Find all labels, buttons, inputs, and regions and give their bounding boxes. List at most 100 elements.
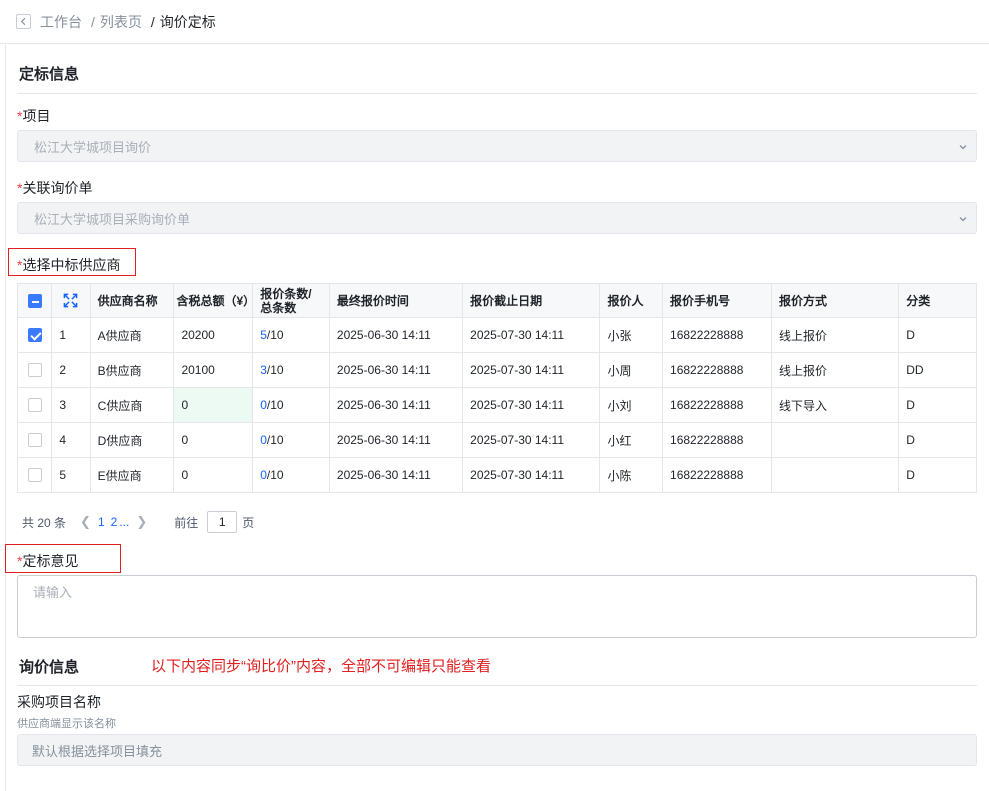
page-more-button[interactable]: ... bbox=[119, 515, 129, 529]
opinion-label-text: 定标意见 bbox=[22, 553, 79, 569]
award-section-title: 定标信息 bbox=[19, 66, 80, 83]
quotes-count[interactable]: 0 bbox=[260, 468, 267, 482]
table-header-row: 供应商名称 含税总额（¥） 报价条数/总条数 最终报价时间 报价截止日期 报价人… bbox=[16, 283, 977, 318]
award-form: 定标信息 *项目 松江大学城项目询价 *关联询价单 松江大学城项目采购询价单 *… bbox=[5, 45, 989, 791]
quotes-cell: 0/10 bbox=[252, 457, 330, 493]
inquiry-label-text: 关联询价单 bbox=[22, 180, 93, 196]
supplier-name-link[interactable]: A供应商 bbox=[89, 317, 175, 353]
project-name-hint: 供应商端显示该名称 bbox=[17, 718, 116, 730]
amount-cell: 0 bbox=[173, 387, 254, 423]
supplier-table: 供应商名称 含税总额（¥） 报价条数/总条数 最终报价时间 报价截止日期 报价人… bbox=[16, 283, 977, 493]
opinion-textarea[interactable]: 请输入 bbox=[17, 575, 977, 638]
row-checkbox[interactable] bbox=[27, 398, 42, 413]
phone-cell: 16822228888 bbox=[662, 387, 773, 423]
row-index: 1 bbox=[51, 317, 91, 353]
category-cell: D bbox=[898, 387, 977, 423]
deadline-cell: 2025-07-30 14:11 bbox=[462, 387, 601, 423]
row-select-cell[interactable] bbox=[16, 352, 53, 388]
page-1-button[interactable]: 1 bbox=[98, 515, 105, 529]
expand-icon[interactable] bbox=[63, 293, 78, 308]
final-time-cell: 2025-06-30 14:11 bbox=[328, 352, 464, 388]
final-time-cell: 2025-06-30 14:11 bbox=[328, 457, 464, 493]
deadline-cell: 2025-07-30 14:11 bbox=[462, 352, 601, 388]
goto-label: 前往 bbox=[174, 515, 199, 530]
row-select-cell[interactable] bbox=[16, 422, 53, 458]
row-select-cell[interactable] bbox=[16, 457, 53, 493]
person-cell: 小刘 bbox=[599, 387, 664, 423]
section-divider bbox=[17, 93, 977, 94]
category-cell: DD bbox=[898, 352, 977, 388]
page-jump-input[interactable]: 1 bbox=[207, 511, 238, 533]
col-header-quotes: 报价条数/总条数 bbox=[252, 283, 330, 318]
row-index: 4 bbox=[51, 422, 91, 458]
opinion-placeholder: 请输入 bbox=[33, 585, 73, 600]
quotes-total: /10 bbox=[266, 468, 284, 482]
page-2-button[interactable]: 2 bbox=[111, 515, 118, 529]
quotes-cell: 0/10 bbox=[252, 422, 330, 458]
amount-cell: 20200 bbox=[173, 317, 254, 353]
row-select-cell[interactable] bbox=[16, 387, 53, 423]
supplier-name-link[interactable]: E供应商 bbox=[89, 457, 175, 493]
phone-cell: 16822228888 bbox=[662, 352, 773, 388]
inquiry-section-title: 询价信息 bbox=[19, 659, 80, 676]
row-index: 5 bbox=[51, 457, 91, 493]
table-row[interactable]: 2 B供应商 20100 3/10 2025-06-30 14:11 2025-… bbox=[16, 352, 977, 388]
breadcrumb: 工作台 / 列表页 / 询价定标 bbox=[0, 0, 989, 44]
quotes-total: /10 bbox=[266, 328, 284, 342]
quotes-cell: 5/10 bbox=[252, 317, 330, 353]
supplier-name-link[interactable]: C供应商 bbox=[89, 387, 175, 423]
project-name-value: 默认根据选择项目填充 bbox=[32, 743, 163, 759]
quotes-count[interactable]: 3 bbox=[260, 363, 267, 377]
final-time-cell: 2025-06-30 14:11 bbox=[328, 387, 464, 423]
col-header-name: 供应商名称 bbox=[89, 283, 175, 318]
row-checkbox[interactable] bbox=[27, 468, 42, 483]
opinion-label: *定标意见 bbox=[17, 551, 78, 571]
inquiry-select-value: 松江大学城项目采购询价单 bbox=[34, 211, 191, 227]
breadcrumb-workbench[interactable]: 工作台 bbox=[40, 12, 82, 32]
quotes-total: /10 bbox=[266, 433, 284, 447]
col-header-amount: 含税总额（¥） bbox=[173, 283, 255, 318]
select-all-cell[interactable] bbox=[16, 283, 53, 318]
supplier-name-link[interactable]: D供应商 bbox=[89, 422, 175, 458]
chevron-right-icon[interactable]: ❯ bbox=[136, 514, 147, 530]
inquiry-select[interactable]: 松江大学城项目采购询价单 bbox=[17, 202, 977, 234]
col-header-deadline: 报价截止日期 bbox=[462, 283, 601, 318]
deadline-cell: 2025-07-30 14:11 bbox=[462, 422, 601, 458]
back-button[interactable] bbox=[16, 14, 31, 29]
deadline-cell: 2025-07-30 14:11 bbox=[462, 457, 601, 493]
breadcrumb-separator: / bbox=[150, 13, 155, 30]
quotes-count[interactable]: 5 bbox=[260, 328, 267, 342]
category-cell: D bbox=[898, 422, 977, 458]
project-label: *项目 bbox=[17, 106, 50, 126]
row-checkbox[interactable] bbox=[27, 328, 42, 343]
category-cell: D bbox=[898, 457, 977, 493]
table-row[interactable]: 5 E供应商 0 0/10 2025-06-30 14:11 2025-07-3… bbox=[16, 457, 977, 493]
project-select[interactable]: 松江大学城项目询价 bbox=[17, 130, 977, 162]
inquiry-label: *关联询价单 bbox=[17, 178, 92, 198]
row-checkbox[interactable] bbox=[27, 363, 42, 378]
table-row[interactable]: 1 A供应商 20200 5/10 2025-06-30 14:11 2025-… bbox=[16, 317, 977, 353]
quotes-cell: 0/10 bbox=[252, 387, 330, 423]
phone-cell: 16822228888 bbox=[662, 457, 773, 493]
quotes-count[interactable]: 0 bbox=[260, 398, 267, 412]
row-checkbox[interactable] bbox=[27, 433, 42, 448]
supplier-select-label-text: 选择中标供应商 bbox=[22, 257, 121, 273]
supplier-select-label: *选择中标供应商 bbox=[17, 255, 120, 275]
expand-cell[interactable] bbox=[51, 283, 91, 318]
col-header-phone: 报价手机号 bbox=[662, 283, 773, 318]
method-cell: 线上报价 bbox=[771, 352, 900, 388]
phone-cell: 16822228888 bbox=[662, 317, 773, 353]
readonly-note: 以下内容同步“询比价”内容，全部不可编辑只能查看 bbox=[151, 658, 491, 675]
breadcrumb-list-page[interactable]: 列表页 bbox=[100, 12, 142, 32]
row-index: 2 bbox=[51, 352, 91, 388]
category-cell: D bbox=[898, 317, 977, 353]
table-row[interactable]: 3 C供应商 0 0/10 2025-06-30 14:11 2025-07-3… bbox=[16, 387, 977, 423]
person-cell: 小红 bbox=[599, 422, 664, 458]
supplier-name-link[interactable]: B供应商 bbox=[89, 352, 175, 388]
deadline-cell: 2025-07-30 14:11 bbox=[462, 317, 601, 353]
select-all-checkbox[interactable] bbox=[27, 293, 42, 308]
quotes-count[interactable]: 0 bbox=[260, 433, 267, 447]
table-row[interactable]: 4 D供应商 0 0/10 2025-06-30 14:11 2025-07-3… bbox=[16, 422, 977, 458]
chevron-left-icon[interactable]: ❮ bbox=[80, 514, 91, 530]
row-select-cell[interactable] bbox=[16, 317, 53, 353]
